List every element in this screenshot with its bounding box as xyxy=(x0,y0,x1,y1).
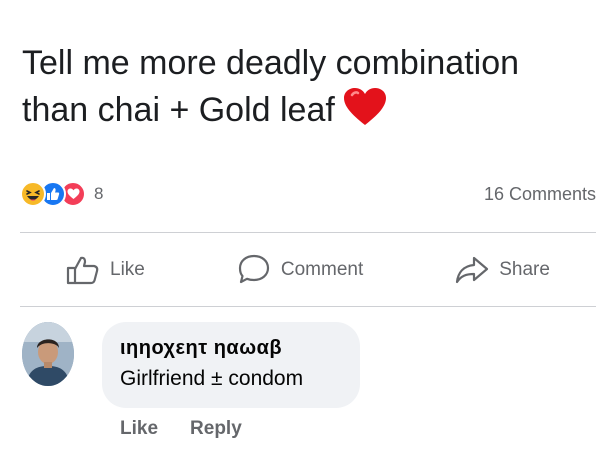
comment-author-name[interactable]: ιηηοχεητ ηαωαβ xyxy=(120,332,342,364)
comment-actions: Like Reply xyxy=(120,418,242,440)
comment-like-link[interactable]: Like xyxy=(120,418,158,440)
commenter-avatar[interactable] xyxy=(22,322,74,386)
share-button[interactable]: Share xyxy=(455,255,550,285)
reaction-count: 8 xyxy=(94,184,104,203)
post-text: Tell me more deadly combination than cha… xyxy=(22,40,602,140)
red-heart-icon xyxy=(343,87,387,140)
comment-count-link[interactable]: 16 Comments xyxy=(484,184,596,205)
haha-icon xyxy=(20,181,46,207)
comment-button-label: Comment xyxy=(280,259,364,280)
like-button[interactable]: Like xyxy=(66,255,145,285)
thumbs-up-icon xyxy=(66,255,100,285)
comment-button[interactable]: Comment xyxy=(237,254,363,286)
divider xyxy=(20,232,596,233)
comment-text: Girlfriend ± condom xyxy=(120,367,304,390)
post-action-bar: Like Comment Share xyxy=(20,242,596,298)
post-text-line-1: Tell me more deadly combination xyxy=(22,44,520,82)
speech-bubble-icon xyxy=(237,254,271,286)
post-text-line-2: than chai + Gold leaf xyxy=(22,87,602,140)
comment-bubble: ιηηοχεητ ηαωαβ Girlfriend ± condom xyxy=(102,322,360,408)
like-button-label: Like xyxy=(110,259,145,280)
share-arrow-icon xyxy=(455,255,489,285)
divider xyxy=(20,306,596,307)
comment-reply-link[interactable]: Reply xyxy=(190,418,242,440)
reactions-bar: 8 16 Comments xyxy=(20,176,596,212)
reaction-summary[interactable]: 8 xyxy=(20,181,103,207)
post-text-line-2-text: than chai + Gold leaf xyxy=(22,91,335,129)
share-button-label: Share xyxy=(499,259,550,280)
